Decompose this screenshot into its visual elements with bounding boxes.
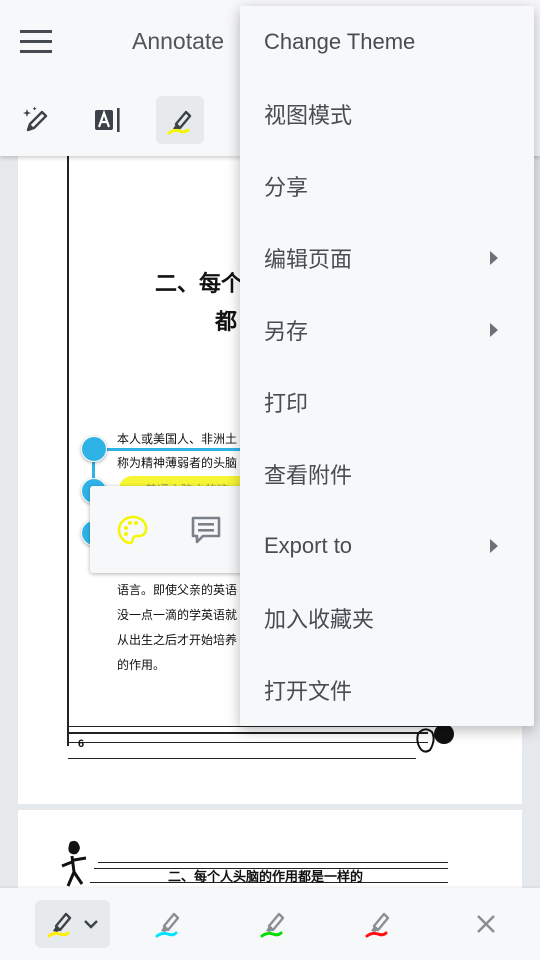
menu-icon-bar	[20, 30, 52, 33]
footer-rule	[68, 742, 428, 743]
page-border	[67, 156, 69, 746]
menu-item-print[interactable]: 打印	[240, 366, 534, 438]
text-line: 语言。即使父亲的英语	[117, 583, 238, 597]
menu-item-label: 打开文件	[264, 679, 353, 704]
overflow-menu: Change Theme 视图模式 分享 编辑页面 另存 打印 查看附件 Exp…	[240, 6, 534, 726]
menu-item-label: 编辑页面	[264, 247, 353, 272]
next-page-heading: 二、每个人头脑的作用都是一样的	[168, 870, 364, 885]
menu-item-open-file[interactable]: 打开文件	[240, 654, 534, 726]
magic-pencil-icon	[23, 106, 48, 132]
menu-item-label: 另存	[264, 319, 309, 344]
highlighter-yellow-button[interactable]	[35, 900, 110, 948]
header-rule	[98, 862, 448, 863]
highlighter-icon	[260, 912, 285, 938]
menu-item-change-theme[interactable]: Change Theme	[240, 6, 534, 78]
text-line: 称为精神薄弱者的头脑	[117, 456, 238, 470]
highlighter-cyan-button[interactable]	[146, 900, 194, 948]
text-line: 没一点一滴的学英语就	[117, 608, 238, 622]
menu-item-label: 打印	[264, 391, 309, 416]
chevron-down-icon[interactable]	[82, 915, 100, 933]
menu-item-view-mode[interactable]: 视图模式	[240, 78, 534, 150]
selection-popup	[90, 486, 250, 573]
menu-item-label: 查看附件	[264, 463, 353, 488]
menu-item-share[interactable]: 分享	[240, 150, 534, 222]
highlighter-icon	[365, 912, 390, 938]
highlighter-icon	[155, 912, 180, 938]
text-line: 从出生之后才开始培养	[117, 633, 238, 647]
text-line: 本人或美国人、非洲土	[117, 432, 238, 446]
footer-rule	[68, 726, 438, 727]
document-heading-line2: 都	[215, 309, 238, 335]
menu-item-save-as[interactable]: 另存	[240, 294, 534, 366]
footer-rule	[68, 758, 416, 759]
document-heading: 二、每个	[155, 271, 244, 297]
comment-icon	[191, 516, 221, 544]
page-number: 6	[78, 738, 85, 750]
color-button[interactable]	[113, 510, 153, 550]
hamburger-menu-button[interactable]	[20, 28, 52, 56]
annotation-toolbar	[0, 888, 540, 960]
menu-item-add-favorite[interactable]: 加入收藏夹	[240, 582, 534, 654]
selection-start-handle[interactable]	[81, 436, 107, 462]
selection-top-line	[93, 448, 253, 451]
menu-item-label: 加入收藏夹	[264, 607, 375, 632]
document-page-next: 二、每个人头脑的作用都是一样的	[18, 810, 522, 888]
highlighter-tool-button[interactable]	[156, 96, 204, 144]
text-select-tool-button[interactable]	[84, 96, 132, 144]
menu-icon-bar	[20, 40, 52, 43]
cartoon-figure-icon	[61, 840, 87, 887]
submenu-arrow-icon	[490, 251, 498, 265]
footer-rule	[68, 732, 428, 734]
menu-item-label: 分享	[264, 175, 309, 200]
menu-item-view-attachments[interactable]: 查看附件	[240, 438, 534, 510]
cartoon-figure-icon	[416, 724, 454, 753]
menu-item-edit-pages[interactable]: 编辑页面	[240, 222, 534, 294]
text-cursor-icon	[95, 108, 120, 132]
menu-icon-bar	[20, 50, 52, 53]
close-toolbar-button[interactable]	[462, 900, 510, 948]
highlighter-red-button[interactable]	[356, 900, 404, 948]
highlighter-icon	[47, 912, 71, 938]
menu-item-label: 视图模式	[264, 103, 353, 128]
page-title: Annotate	[132, 28, 225, 54]
submenu-arrow-icon	[490, 539, 498, 553]
submenu-arrow-icon	[490, 323, 498, 337]
menu-item-label: Export to	[264, 533, 353, 558]
highlighter-icon	[167, 110, 192, 135]
menu-item-export-to[interactable]: Export to	[240, 510, 534, 582]
menu-item-label: Change Theme	[264, 29, 416, 54]
highlighter-green-button[interactable]	[251, 900, 299, 948]
close-icon	[477, 915, 495, 933]
text-line: 的作用。	[117, 658, 166, 672]
magic-pen-tool-button[interactable]	[12, 96, 60, 144]
comment-button[interactable]	[186, 510, 226, 550]
palette-icon	[117, 515, 148, 545]
